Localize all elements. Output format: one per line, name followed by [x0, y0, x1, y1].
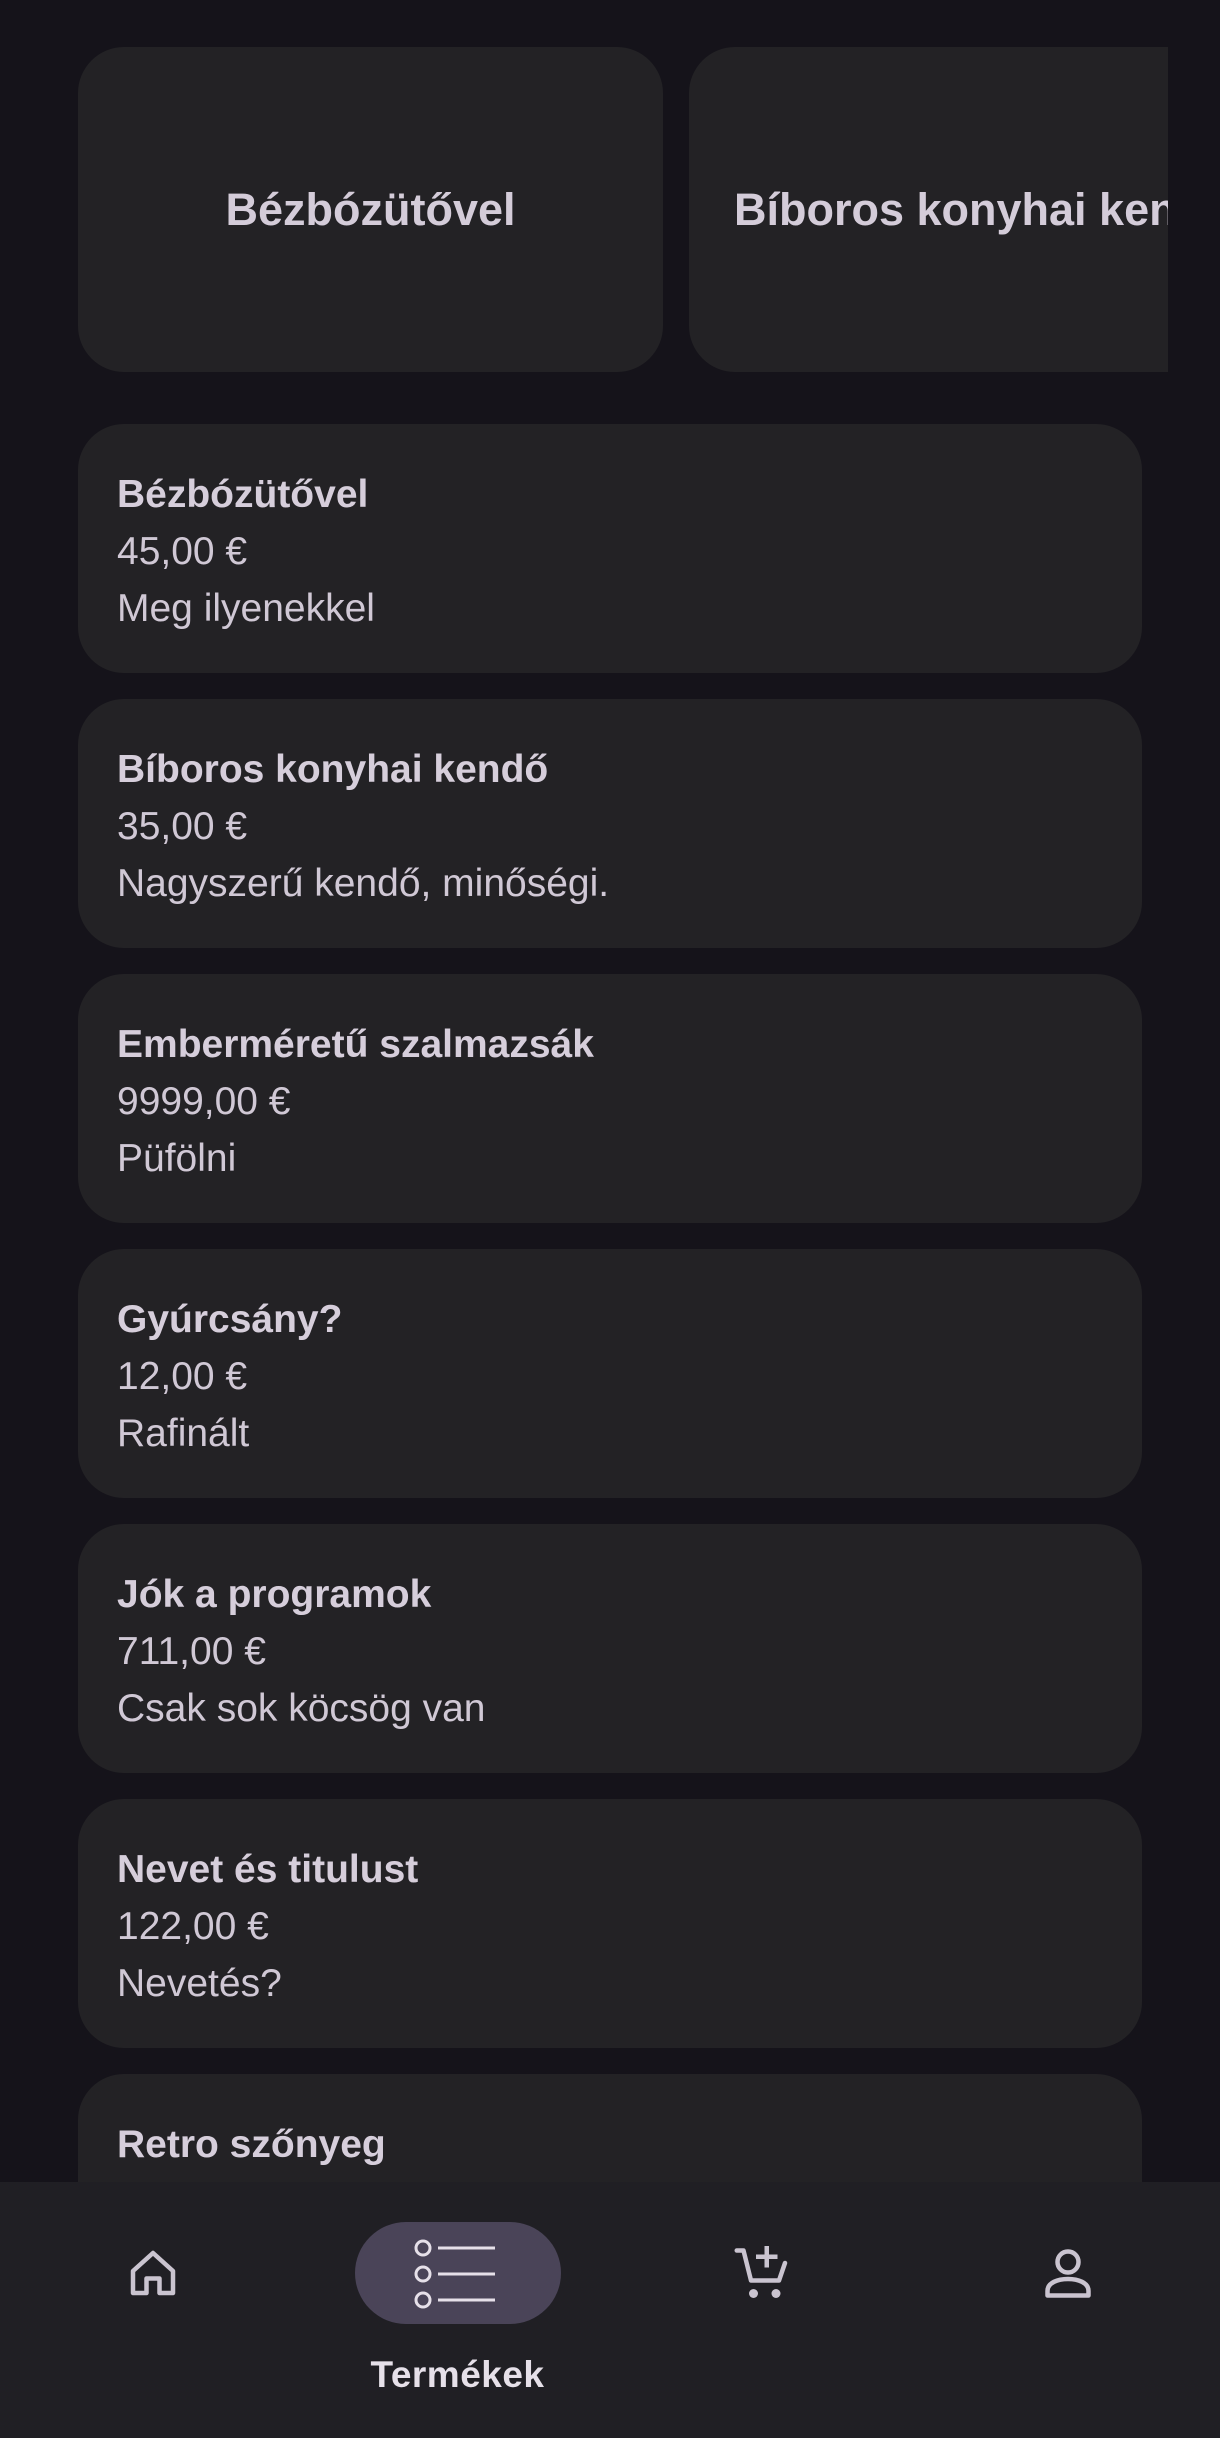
- featured-card-title: Bíboros konyhai kendő: [734, 183, 1168, 235]
- product-description: Rafinált: [117, 1412, 250, 1455]
- featured-card[interactable]: Bíboros konyhai kendő: [689, 47, 1168, 372]
- carousel-viewport: Bézbózütővel Bíboros konyhai kendő: [78, 47, 1168, 372]
- product-description: Meg ilyenekkel: [117, 587, 375, 630]
- product-name: Nevet és titulust: [117, 1848, 419, 1891]
- cart-add-icon: [734, 2246, 787, 2298]
- product-price: 12,00 €: [117, 1355, 248, 1398]
- product-card[interactable]: Bíboros konyhai kendő 35,00 € Nagyszerű …: [78, 699, 1142, 948]
- product-card[interactable]: Bézbózütővel 45,00 € Meg ilyenekkel: [78, 424, 1142, 673]
- product-price: 35,00 €: [117, 805, 248, 848]
- featured-carousel[interactable]: Bézbózütővel Bíboros konyhai kendő: [0, 0, 1220, 400]
- nav-item-profile[interactable]: [915, 2182, 1220, 2438]
- featured-card[interactable]: Bézbózütővel: [78, 47, 663, 372]
- nav-item-cart[interactable]: [610, 2182, 915, 2438]
- nav-item-products[interactable]: Termékek: [305, 2182, 610, 2438]
- product-name: Gyúrcsány?: [117, 1298, 343, 1341]
- nav-label-products: Termékek: [370, 2354, 545, 2395]
- product-price: 9999,00 €: [117, 1080, 291, 1123]
- product-name: Emberméretű szalmazsák: [117, 1023, 594, 1066]
- product-card[interactable]: Emberméretű szalmazsák 9999,00 € Püfölni: [78, 974, 1142, 1223]
- product-description: Nagyszerű kendő, minőségi.: [117, 862, 610, 905]
- list-icon: [414, 2239, 495, 2309]
- bottom-navigation-bar: Termékek: [0, 2182, 1220, 2438]
- person-icon: [1044, 2249, 1091, 2298]
- product-description: Nevetés?: [117, 1962, 282, 2005]
- product-description: Püfölni: [117, 1137, 237, 1180]
- product-list: Bézbózütővel 45,00 € Meg ilyenekkel Bíbo…: [78, 424, 1142, 2349]
- product-name: Bíboros konyhai kendő: [117, 748, 549, 791]
- product-description: Csak sok köcsög van: [117, 1687, 486, 1730]
- product-card[interactable]: Nevet és titulust 122,00 € Nevetés?: [78, 1799, 1142, 2048]
- home-icon: [130, 2250, 175, 2296]
- product-price: 122,00 €: [117, 1905, 269, 1948]
- nav-item-home[interactable]: [0, 2182, 305, 2438]
- product-price: 711,00 €: [117, 1630, 266, 1673]
- product-name: Jók a programok: [117, 1573, 432, 1616]
- product-card[interactable]: Gyúrcsány? 12,00 € Rafinált: [78, 1249, 1142, 1498]
- featured-card-title: Bézbózütővel: [225, 183, 516, 235]
- product-price: 45,00 €: [117, 530, 248, 573]
- product-card[interactable]: Jók a programok 711,00 € Csak sok köcsög…: [78, 1524, 1142, 1773]
- product-name: Retro szőnyeg: [117, 2123, 386, 2166]
- product-name: Bézbózütővel: [117, 473, 369, 516]
